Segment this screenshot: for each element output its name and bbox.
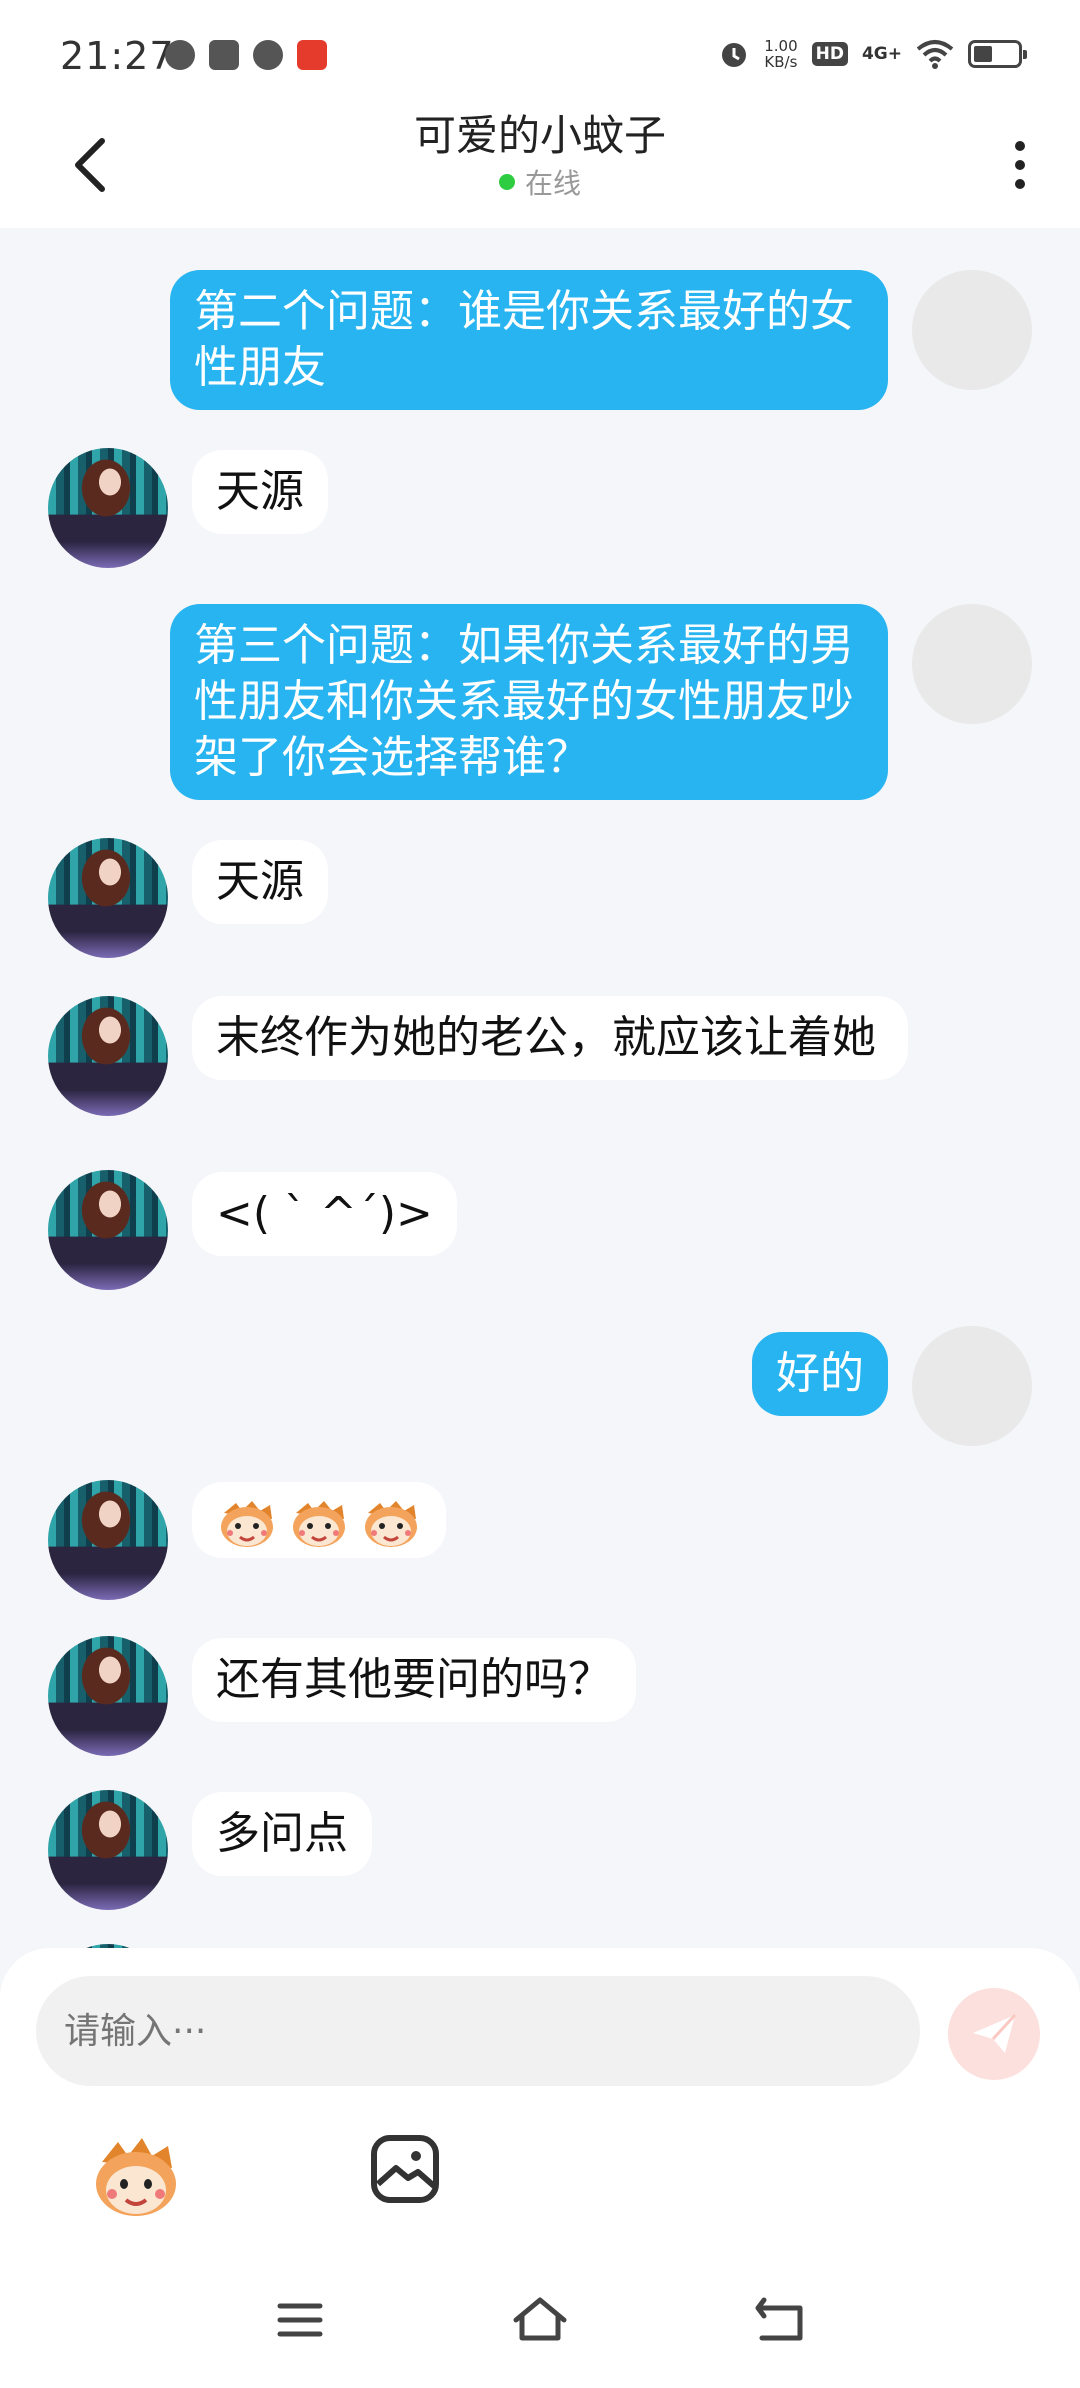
message-bubble[interactable]: 天源 [192, 840, 328, 924]
contact-avatar[interactable] [48, 1636, 168, 1756]
system-indicators: 1.00 KB/s HD 4G+ [718, 38, 1027, 70]
recent-apps-button[interactable] [270, 2290, 330, 2350]
contact-avatar[interactable] [48, 1790, 168, 1910]
chat-header: 可爱的小蚊子 在线 [0, 110, 1080, 228]
battery-icon [968, 40, 1027, 68]
alarm-icon [722, 43, 747, 67]
more-dot [1015, 160, 1025, 170]
network-type: 4G+ [861, 44, 902, 64]
message-bubble[interactable]: 末终作为她的老公，就应该让着她 [192, 996, 908, 1080]
monkey-face-icon [360, 1499, 422, 1549]
return-icon [755, 2297, 803, 2341]
monkey-face-icon [288, 1499, 350, 1549]
contact-avatar[interactable] [48, 1170, 168, 1290]
app-red-icon [297, 40, 327, 70]
contact-avatar[interactable] [48, 996, 168, 1116]
message-bubble[interactable]: 还有其他要问的吗？ [192, 1638, 636, 1722]
my-avatar[interactable] [912, 604, 1032, 724]
notification-icons [165, 40, 327, 70]
app-icon [209, 40, 239, 70]
send-icon [973, 2013, 1017, 2053]
contact-avatar[interactable] [48, 448, 168, 568]
home-icon [513, 2297, 567, 2341]
message-bubble[interactable]: 天源 [192, 450, 328, 534]
emoji-button[interactable] [88, 2128, 184, 2224]
monkey-face-icon [216, 1499, 278, 1549]
message-bubble[interactable]: 第二个问题：谁是你关系最好的女性朋友 [170, 270, 888, 410]
contact-avatar[interactable] [48, 838, 168, 958]
system-back-button[interactable] [750, 2290, 810, 2350]
input-panel [0, 1948, 1080, 2388]
message-list[interactable]: 第二个问题：谁是你关系最好的女性朋友 天源 第三个问题：如果你关系最好的男性朋友… [0, 228, 1080, 1948]
image-icon [371, 2135, 439, 2203]
send-button[interactable] [948, 1988, 1040, 2080]
sticker-bubble[interactable] [192, 1482, 446, 1558]
image-button[interactable] [370, 2134, 440, 2204]
online-status: 在线 [0, 166, 1080, 202]
monkey-emoji-icon [96, 2138, 176, 2216]
online-status-label: 在线 [524, 167, 581, 200]
message-bubble[interactable]: <( ` ^´)> [192, 1172, 457, 1256]
my-avatar[interactable] [912, 1326, 1032, 1446]
hd-badge: HD [811, 42, 848, 66]
globe-icon [165, 40, 195, 70]
system-nav-bar [0, 2290, 1080, 2388]
net-speed-unit: KB/s [764, 53, 798, 71]
message-bubble[interactable]: 多问点 [192, 1792, 372, 1876]
net-speed: 1.00 KB/s [764, 38, 797, 70]
net-speed-value: 1.00 [764, 37, 798, 55]
message-bubble[interactable]: 第三个问题：如果你关系最好的男性朋友和你关系最好的女性朋友吵架了你会选择帮谁？ [170, 604, 888, 800]
menu-icon [277, 2303, 323, 2337]
home-button[interactable] [510, 2290, 570, 2350]
status-time: 21:27 [60, 34, 175, 78]
wechat-icon [253, 40, 283, 70]
my-avatar[interactable] [912, 270, 1032, 390]
more-button[interactable] [1000, 125, 1040, 205]
more-vertical-icon [1015, 141, 1025, 151]
message-bubble[interactable]: 好的 [752, 1332, 888, 1416]
contact-avatar[interactable] [48, 1480, 168, 1600]
contact-name: 可爱的小蚊子 [413, 111, 666, 160]
status-bar: 21:27 1.00 KB/s HD 4G+ [0, 0, 1080, 110]
online-dot-icon [498, 174, 515, 190]
message-input[interactable] [36, 1976, 920, 2086]
wifi-icon [916, 40, 954, 69]
more-dot [1015, 179, 1025, 189]
